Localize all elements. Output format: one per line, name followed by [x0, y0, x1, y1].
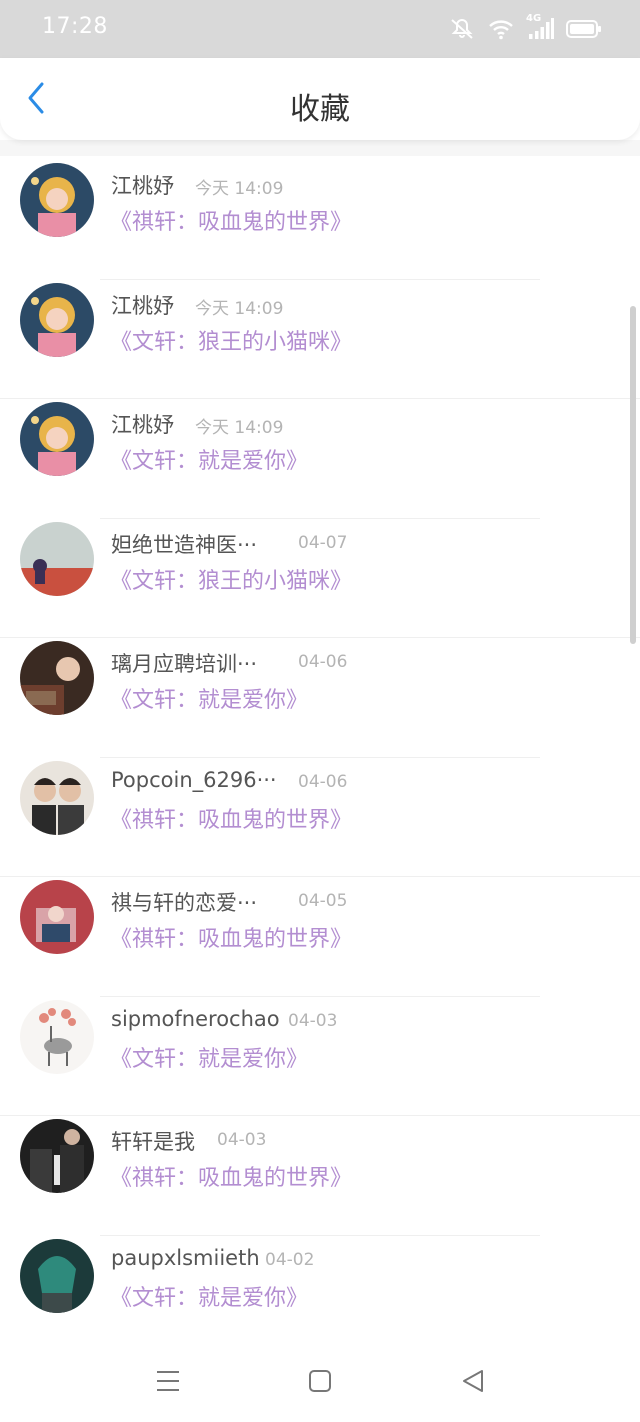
item-time: 04-06: [298, 771, 348, 792]
avatar[interactable]: [20, 880, 94, 954]
item-title[interactable]: 《文轩：狼王的小猫咪》: [110, 563, 352, 595]
home-square-icon: [308, 1369, 332, 1397]
item-author: 轩轩是我: [111, 1130, 195, 1154]
item-author: 江桃妤: [111, 174, 174, 198]
item-title[interactable]: 《祺轩：吸血鬼的世界》: [110, 802, 352, 834]
item-time: 04-05: [298, 891, 348, 911]
item-author: 祺与轩的恋爱···: [111, 891, 258, 915]
item-title[interactable]: 《文轩：就是爱你》: [110, 443, 308, 475]
back-triangle-icon: [460, 1368, 486, 1398]
avatar[interactable]: [20, 402, 94, 476]
mute-icon: [448, 17, 476, 41]
item-author: sipmofnerochao: [111, 1006, 280, 1031]
item-title[interactable]: 《文轩：狼王的小猫咪》: [110, 324, 352, 356]
item-time: 今天 14:09: [195, 298, 284, 319]
item-time: 04-03: [288, 1010, 338, 1031]
item-author: 江桃妤: [111, 413, 174, 437]
scrollbar[interactable]: [630, 306, 636, 644]
list-item[interactable]: 轩轩是我 04-03 《祺轩：吸血鬼的世界》: [0, 1116, 640, 1236]
menu-icon: [155, 1369, 181, 1397]
battery-icon: [566, 19, 602, 39]
item-author: paupxlsmiieth: [111, 1245, 260, 1270]
avatar[interactable]: [20, 282, 94, 357]
network-type-label: 4G: [526, 13, 542, 24]
item-time: 04-03: [217, 1130, 267, 1150]
page-title: 收藏: [290, 92, 350, 127]
home-button[interactable]: [305, 1368, 335, 1398]
item-time: 04-02: [265, 1249, 315, 1270]
item-time: 04-06: [298, 652, 348, 672]
avatar[interactable]: [20, 521, 94, 596]
avatar[interactable]: [20, 1238, 94, 1313]
item-author: Popcoin_6296···: [111, 767, 277, 792]
list-item[interactable]: Popcoin_6296··· 04-06 《祺轩：吸血鬼的世界》: [0, 758, 640, 877]
item-title[interactable]: 《文轩：就是爱你》: [110, 1280, 308, 1312]
avatar[interactable]: [20, 760, 94, 835]
avatar[interactable]: [20, 641, 94, 715]
item-title[interactable]: 《文轩：就是爱你》: [110, 682, 308, 714]
list-item[interactable]: 江桃妤 今天 14:09 《文轩：就是爱你》: [0, 399, 640, 519]
back-nav-button[interactable]: [458, 1368, 488, 1398]
list-item[interactable]: 璃月应聘培训··· 04-06 《文轩：就是爱你》: [0, 638, 640, 758]
item-title[interactable]: 《祺轩：吸血鬼的世界》: [110, 1160, 352, 1192]
item-time: 今天 14:09: [195, 179, 284, 199]
avatar[interactable]: [20, 999, 94, 1074]
signal-4g-icon: 4G: [526, 13, 554, 41]
list-item[interactable]: 妲绝世造神医··· 04-07 《文轩：狼王的小猫咪》: [0, 519, 640, 638]
item-title[interactable]: 《祺轩：吸血鬼的世界》: [110, 204, 352, 236]
list-item[interactable]: paupxlsmiieth 04-02 《文轩：就是爱你》: [0, 1236, 640, 1333]
status-time: 17:28: [42, 14, 108, 39]
item-title[interactable]: 《文轩：就是爱你》: [110, 1041, 308, 1073]
status-icons: 4G: [448, 13, 602, 44]
item-author: 璃月应聘培训···: [111, 652, 258, 676]
menu-button[interactable]: [153, 1368, 183, 1398]
favorites-list[interactable]: 江桃妤 今天 14:09 《祺轩：吸血鬼的世界》 江桃妤 今天 14:09 《文…: [0, 156, 640, 1332]
item-author: 妲绝世造神医···: [111, 532, 258, 557]
item-title[interactable]: 《祺轩：吸血鬼的世界》: [110, 921, 352, 953]
list-item[interactable]: 江桃妤 今天 14:09 《文轩：狼王的小猫咪》: [0, 280, 640, 399]
system-nav-bar: [0, 1332, 640, 1422]
list-item[interactable]: 江桃妤 今天 14:09 《祺轩：吸血鬼的世界》: [0, 160, 640, 280]
list-item[interactable]: sipmofnerochao 04-03 《文轩：就是爱你》: [0, 997, 640, 1116]
wifi-icon: [488, 18, 514, 40]
list-top-shade: [0, 140, 640, 156]
status-bar: 17:28 4G: [0, 0, 640, 58]
item-time: 04-07: [298, 532, 348, 553]
list-item[interactable]: 祺与轩的恋爱··· 04-05 《祺轩：吸血鬼的世界》: [0, 877, 640, 997]
avatar[interactable]: [20, 1119, 94, 1193]
item-author: 江桃妤: [111, 293, 174, 318]
avatar[interactable]: [20, 163, 94, 237]
item-time: 今天 14:09: [195, 418, 284, 438]
app-header: 收藏: [0, 58, 640, 140]
